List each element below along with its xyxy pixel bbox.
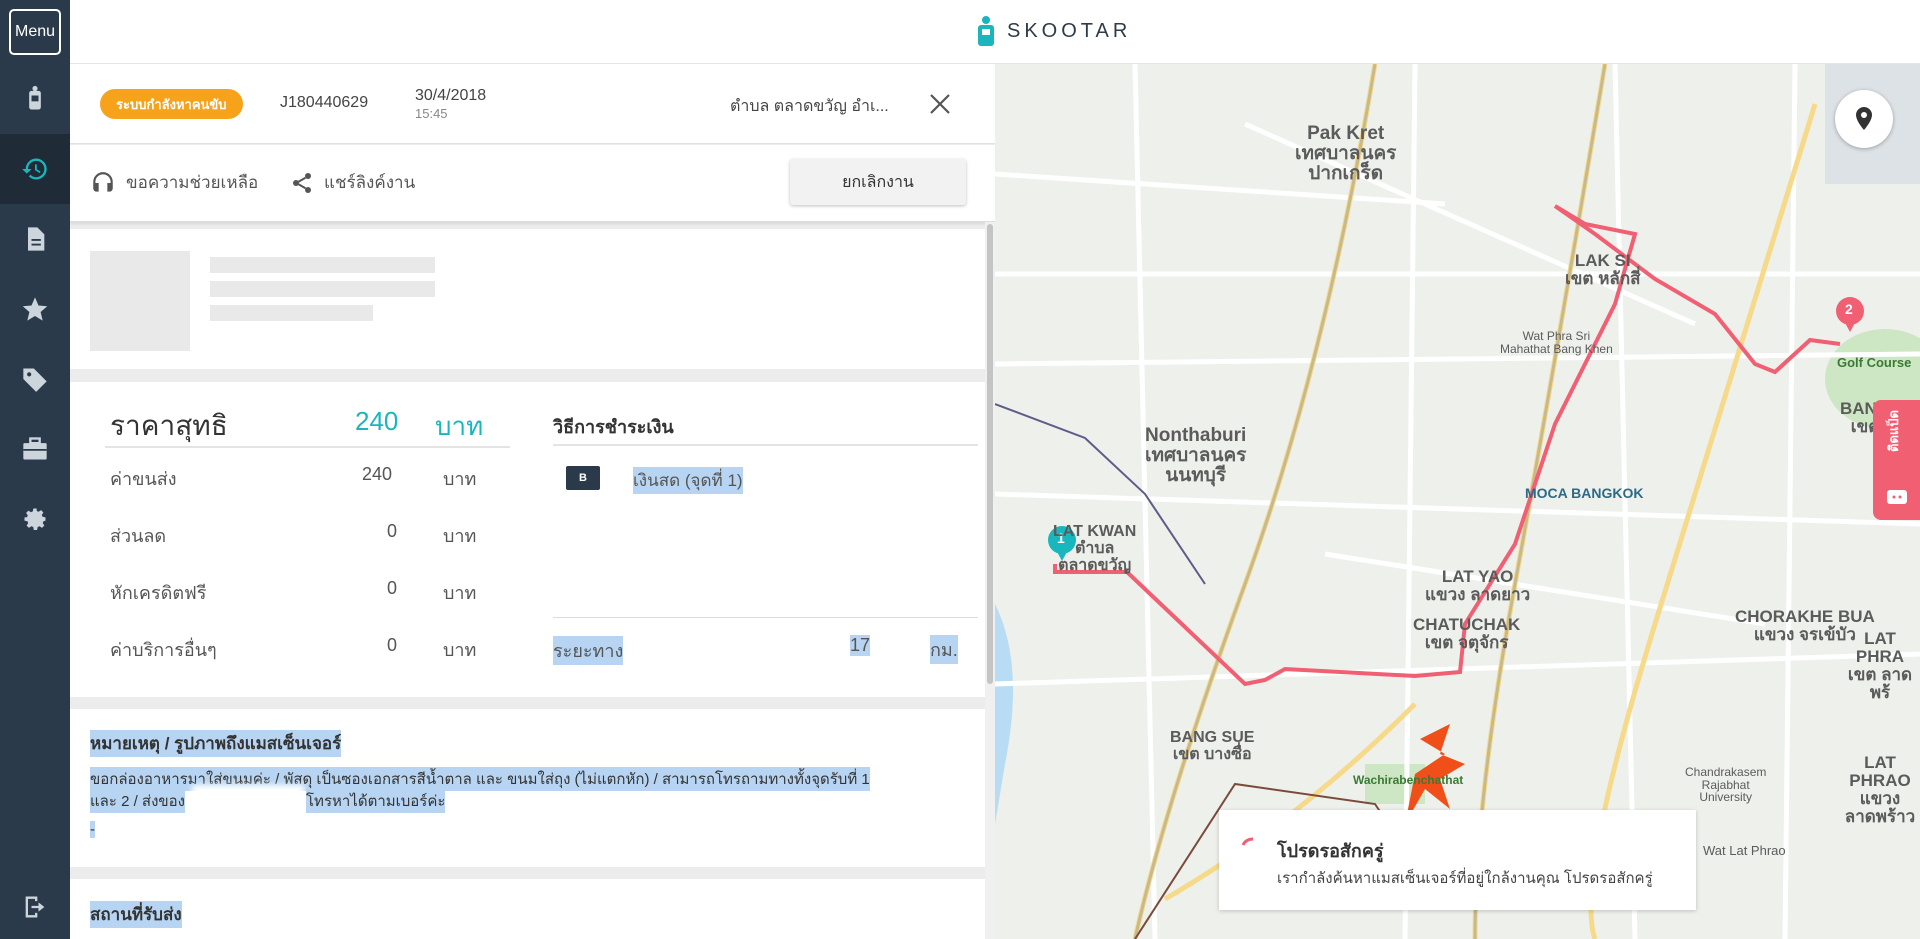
brand-logo: SKOOTAR	[975, 15, 1131, 47]
gear-icon[interactable]	[0, 484, 70, 554]
map-label-wat-lat-phrao: Wat Lat Phrao	[1703, 843, 1786, 858]
searching-toast: โปรดรอสักครู่ เรากำลังค้นหาแมสเซ็นเจอร์ท…	[1219, 810, 1696, 910]
feedback-tab[interactable]: ติดแป็ด	[1873, 400, 1920, 520]
job-id: J180440629	[280, 94, 369, 111]
address-card: สถานที่รับส่ง	[70, 879, 985, 939]
total-price-currency: บาท	[435, 411, 484, 441]
toast-title: โปรดรอสักครู่	[1277, 841, 1384, 861]
total-price-value: 240	[355, 406, 399, 436]
discount-label: ส่วนลด	[110, 526, 167, 546]
locate-button[interactable]	[1835, 90, 1893, 148]
note-line-3: -	[90, 821, 95, 838]
redaction-mask	[192, 785, 304, 811]
job-detail-panel: ระบบกำลังหาคนขับ J180440629 30/4/2018 15…	[70, 64, 995, 939]
other-fee-unit: บาท	[443, 640, 477, 660]
top-bar: SKOOTAR	[70, 0, 1920, 64]
payment-method-value: เงินสด (จุดที่ 1)	[633, 467, 743, 494]
action-bar: ขอความช่วยเหลือ แชร์ลิงค์งาน ยกเลิกงาน	[70, 145, 995, 222]
chat-icon	[1887, 490, 1907, 504]
location-pin-icon	[1856, 107, 1872, 130]
skootar-logo-icon	[978, 16, 994, 46]
fare-value: 240	[362, 464, 393, 484]
help-button[interactable]: ขอความช่วยเหลือ	[90, 169, 258, 196]
briefcase-icon[interactable]	[0, 414, 70, 484]
map-label-nonthaburi: Nonthaburi เทศบาลนคร นนทบุรี	[1145, 425, 1247, 486]
map-label-wat-phra-sri: Wat Phra Sri Mahathat Bang Khen	[1500, 329, 1613, 356]
note-title: หมายเหตุ / รูปภาพถึงแมสเซ็นเจอร์	[90, 730, 342, 757]
fare-unit: บาท	[443, 469, 477, 489]
total-price-label: ราคาสุทธิ	[110, 410, 228, 441]
tag-icon[interactable]	[0, 344, 70, 414]
close-button[interactable]	[920, 84, 960, 124]
loading-spinner-icon	[1241, 837, 1254, 846]
dropoff-pin-label: 2	[1845, 301, 1853, 317]
free-credit-value: 0	[387, 578, 398, 598]
other-fee-value: 0	[387, 635, 398, 655]
map-label-lat-phrao: LAT PHRAO แขวง ลาดพร้าว	[1844, 753, 1916, 826]
logout-icon[interactable]	[0, 872, 70, 939]
map-label-moca: MOCA BANGKOK	[1525, 485, 1644, 501]
map-label-chatuchak: CHATUCHAK เขต จตุจักร	[1413, 615, 1521, 652]
sidebar: Menu	[0, 0, 70, 939]
free-credit-label: หักเครดิตฟรี	[110, 583, 207, 603]
status-badge: ระบบกำลังหาคนขับ	[100, 89, 243, 119]
share-link-button[interactable]: แชร์ลิงค์งาน	[290, 169, 415, 196]
cancel-job-button[interactable]: ยกเลิกงาน	[790, 159, 966, 205]
map-label-lat-kwan: LAT KWAN ตำบล ตลาดขวัญ	[1053, 523, 1137, 574]
share-icon	[293, 172, 311, 193]
feedback-label: ติดแป็ด	[1886, 410, 1901, 452]
map-label-lak-si: LAK SI เขต หลักสี่	[1565, 251, 1641, 288]
distance-label: ระยะทาง	[553, 636, 624, 665]
divider	[105, 446, 510, 448]
job-date: 30/4/2018	[415, 87, 487, 104]
map-label-lat-yao: LAT YAO แขวง ลาดยาว	[1425, 567, 1531, 604]
distance-value: 17	[850, 635, 871, 656]
discount-value: 0	[387, 521, 398, 541]
map-label-pak-kret: Pak Kret เทศบาลนคร ปากเกร็ด	[1295, 123, 1397, 184]
skeleton-line	[210, 281, 435, 297]
divider	[553, 617, 978, 618]
star-icon[interactable]	[0, 274, 70, 344]
share-label: แชร์ลิงค์งาน	[324, 173, 416, 192]
note-line-2: และ 2 / ส่งของ	[90, 789, 185, 813]
map-label-golf-course: Golf Course	[1837, 355, 1912, 370]
price-card: ราคาสุทธิ 240 บาท ค่าขนส่ง 240 บาท ส่วนล…	[70, 382, 985, 697]
menu-button[interactable]: Menu	[9, 9, 61, 55]
help-label: ขอความช่วยเหลือ	[126, 173, 259, 192]
address-title: สถานที่รับส่ง	[90, 901, 182, 928]
brand-name: SKOOTAR	[1007, 19, 1132, 42]
map[interactable]: 1 2 Pak Kret เทศบาลนคร ปากเกร็ด Nonthaburi…	[995, 64, 1920, 939]
job-time: 15:45	[415, 106, 448, 121]
toast-message: เรากำลังค้นหาแมสเซ็นเจอร์ที่อยู่ใกล้งานค…	[1277, 870, 1653, 887]
job-header: ระบบกำลังหาคนขับ J180440629 30/4/2018 15…	[70, 64, 995, 144]
headset-icon	[93, 171, 113, 192]
note-card: หมายเหตุ / รูปภาพถึงแมสเซ็นเจอร์ ขอกล่อง…	[70, 709, 985, 867]
note-line-2b: โทรหาได้ตามเบอร์ค่ะ	[306, 789, 446, 813]
document-icon[interactable]	[0, 204, 70, 274]
map-label-bang-sue: BANG SUE เขต บางซื่อ	[1170, 729, 1255, 763]
map-label-wachirabenchathat: Wachirabenchathat	[1353, 773, 1464, 787]
cash-icon: B	[566, 466, 600, 490]
skeleton-line	[210, 257, 435, 273]
courier-icon[interactable]	[0, 64, 70, 134]
map-label-lat-phra: LAT PHRA เขต ลาดพร้	[1847, 629, 1913, 702]
divider	[553, 444, 978, 446]
other-fee-label: ค่าบริการอื่นๆ	[110, 640, 217, 660]
payment-method-title: วิธีการชำระเงิน	[553, 417, 674, 437]
messenger-card-skeleton	[70, 229, 985, 369]
avatar-placeholder	[90, 251, 190, 351]
fare-label: ค่าขนส่ง	[110, 469, 177, 489]
close-icon	[930, 94, 950, 114]
skeleton-line	[210, 305, 373, 321]
map-roads	[995, 64, 1920, 939]
scrollbar-thumb[interactable]	[987, 224, 993, 684]
free-credit-unit: บาท	[443, 583, 477, 603]
distance-unit: กม.	[930, 635, 958, 664]
discount-unit: บาท	[443, 526, 477, 546]
map-label-chandrakasem: Chandrakasem Rajabhat University	[1685, 765, 1767, 805]
history-icon[interactable]	[0, 134, 70, 204]
